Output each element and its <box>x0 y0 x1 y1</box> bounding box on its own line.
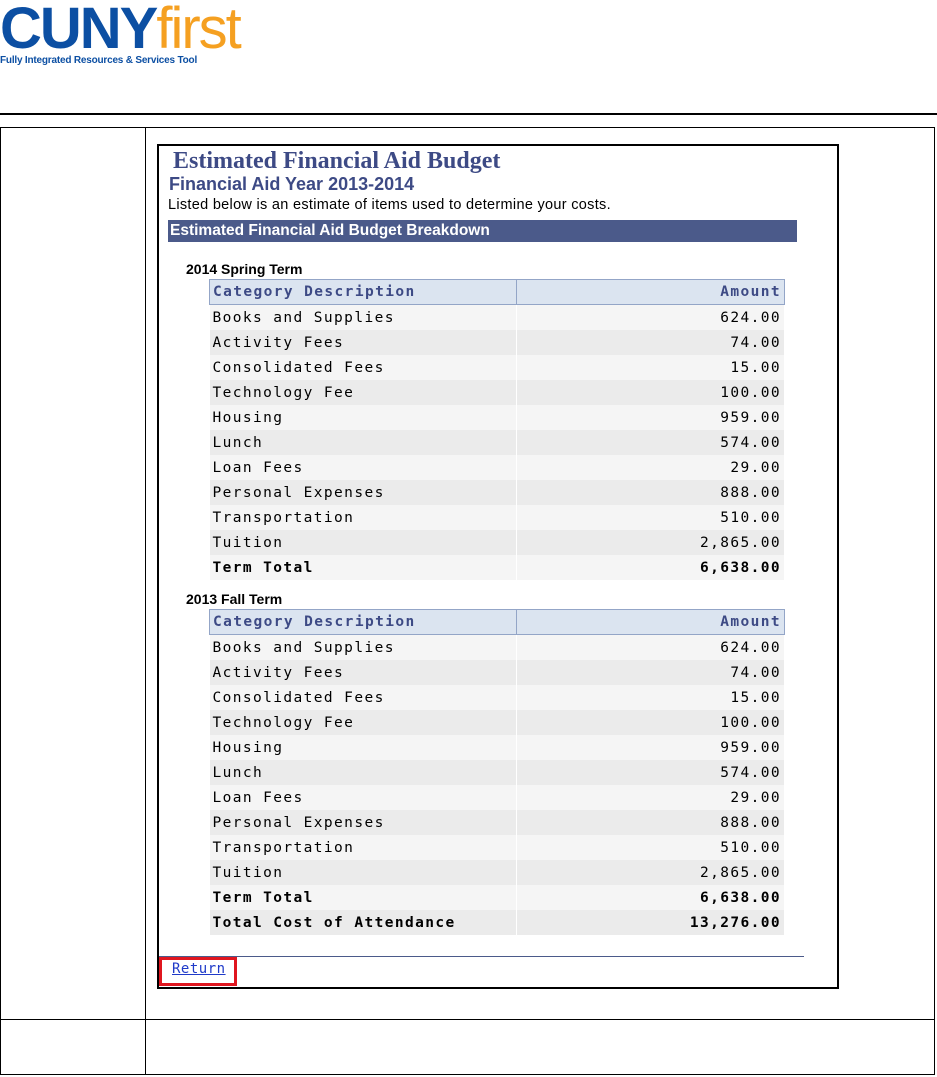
row-description: Tuition <box>209 860 517 885</box>
header-divider <box>0 113 937 115</box>
step-number-cell-2 <box>0 1019 146 1075</box>
table-row: Loan Fees 29.00 <box>209 455 785 480</box>
row-amount: 100.00 <box>516 380 785 405</box>
row-amount: 574.00 <box>516 760 785 785</box>
term-total-label: Term Total <box>209 885 517 910</box>
row-description: Technology Fee <box>209 380 517 405</box>
table-row: Lunch 574.00 <box>209 430 785 455</box>
row-amount: 74.00 <box>516 330 785 355</box>
table-row: Consolidated Fees 15.00 <box>209 685 785 710</box>
term-title-fall: 2013 Fall Term <box>186 591 283 607</box>
table-row: Housing 959.00 <box>209 735 785 760</box>
term-total-row: Term Total 6,638.00 <box>209 555 785 580</box>
row-amount: 74.00 <box>516 660 785 685</box>
logo-brand-cuny: CUNY <box>0 0 158 61</box>
row-description: Lunch <box>209 760 517 785</box>
term-total-amount: 6,638.00 <box>516 555 785 580</box>
row-amount: 510.00 <box>516 835 785 860</box>
column-header-amount[interactable]: Amount <box>516 279 785 305</box>
row-amount: 100.00 <box>516 710 785 735</box>
row-amount: 888.00 <box>516 480 785 505</box>
row-description: Housing <box>209 405 517 430</box>
table-row: Personal Expenses 888.00 <box>209 810 785 835</box>
row-description: Housing <box>209 735 517 760</box>
column-header-amount[interactable]: Amount <box>516 609 785 635</box>
row-description: Activity Fees <box>209 330 517 355</box>
return-link[interactable]: Return <box>172 961 226 977</box>
page-title: Estimated Financial Aid Budget <box>173 148 501 174</box>
row-amount: 29.00 <box>516 455 785 480</box>
step-content-cell-2 <box>145 1019 935 1075</box>
table-row: Activity Fees 74.00 <box>209 330 785 355</box>
table-row: Tuition 2,865.00 <box>209 530 785 555</box>
row-amount: 15.00 <box>516 685 785 710</box>
cunyfirst-logo: CUNYfirst Fully Integrated Resources & S… <box>0 0 242 66</box>
row-description: Loan Fees <box>209 455 517 480</box>
grand-total-amount: 13,276.00 <box>516 910 785 935</box>
grand-total-label: Total Cost of Attendance <box>209 910 517 935</box>
row-amount: 888.00 <box>516 810 785 835</box>
term-title-spring: 2014 Spring Term <box>186 261 303 277</box>
row-description: Transportation <box>209 835 517 860</box>
table-row: Lunch 574.00 <box>209 760 785 785</box>
budget-table-spring: Category Description Amount Books and Su… <box>209 279 785 580</box>
row-description: Books and Supplies <box>209 634 517 660</box>
table-row: Transportation 510.00 <box>209 505 785 530</box>
budget-screenshot: Estimated Financial Aid Budget Financial… <box>157 144 839 989</box>
column-header-description[interactable]: Category Description <box>209 279 517 305</box>
step-number-cell <box>0 127 146 1020</box>
row-description: Consolidated Fees <box>209 355 517 380</box>
grand-total-row: Total Cost of Attendance 13,276.00 <box>209 910 785 935</box>
budget-table-fall: Category Description Amount Books and Su… <box>209 609 785 935</box>
row-description: Transportation <box>209 505 517 530</box>
table-row: Technology Fee 100.00 <box>209 710 785 735</box>
breakdown-header-bar: Estimated Financial Aid Budget Breakdown <box>168 220 797 242</box>
row-amount: 959.00 <box>516 405 785 430</box>
row-amount: 29.00 <box>516 785 785 810</box>
row-description: Tuition <box>209 530 517 555</box>
row-description: Books and Supplies <box>209 304 517 330</box>
table-row: Books and Supplies 624.00 <box>209 304 785 330</box>
aid-year-subtitle: Financial Aid Year 2013-2014 <box>169 174 415 194</box>
row-description: Consolidated Fees <box>209 685 517 710</box>
table-row: Housing 959.00 <box>209 405 785 430</box>
table-row: Technology Fee 100.00 <box>209 380 785 405</box>
row-amount: 2,865.00 <box>516 860 785 885</box>
column-header-description[interactable]: Category Description <box>209 609 517 635</box>
row-amount: 574.00 <box>516 430 785 455</box>
table-row: Activity Fees 74.00 <box>209 660 785 685</box>
term-total-label: Term Total <box>209 555 517 580</box>
table-row: Personal Expenses 888.00 <box>209 480 785 505</box>
term-total-amount: 6,638.00 <box>516 885 785 910</box>
row-amount: 2,865.00 <box>516 530 785 555</box>
table-row: Transportation 510.00 <box>209 835 785 860</box>
row-amount: 959.00 <box>516 735 785 760</box>
row-description: Technology Fee <box>209 710 517 735</box>
row-description: Activity Fees <box>209 660 517 685</box>
row-description: Personal Expenses <box>209 480 517 505</box>
table-row: Loan Fees 29.00 <box>209 785 785 810</box>
table-row: Consolidated Fees 15.00 <box>209 355 785 380</box>
table-row: Tuition 2,865.00 <box>209 860 785 885</box>
row-amount: 15.00 <box>516 355 785 380</box>
term-total-row: Term Total 6,638.00 <box>209 885 785 910</box>
row-amount: 624.00 <box>516 304 785 330</box>
row-description: Lunch <box>209 430 517 455</box>
table-row: Books and Supplies 624.00 <box>209 634 785 660</box>
logo-brand-first: first <box>156 0 241 61</box>
row-amount: 624.00 <box>516 634 785 660</box>
row-description: Loan Fees <box>209 785 517 810</box>
row-amount: 510.00 <box>516 505 785 530</box>
row-description: Personal Expenses <box>209 810 517 835</box>
intro-text: Listed below is an estimate of items use… <box>168 197 611 213</box>
footer-divider <box>159 956 804 957</box>
